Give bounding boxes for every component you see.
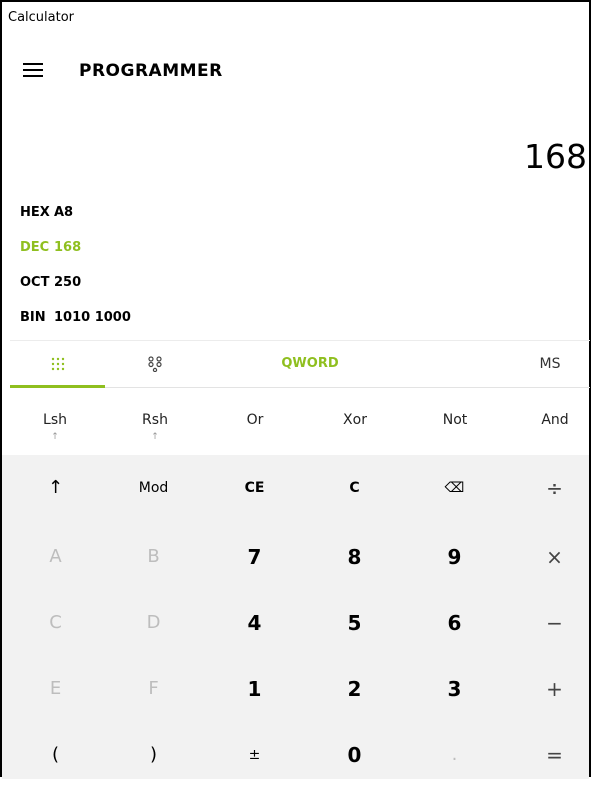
digit-5-button[interactable]: 5 [306,590,403,656]
xor-label: Xor [343,412,367,428]
lsh-sub: ↑ [51,432,59,442]
radix-bin[interactable]: BIN 1010 1000 [20,307,131,329]
negate-button[interactable]: ± [206,722,303,788]
radix-oct[interactable]: OCT 250 [20,272,81,294]
clear-button[interactable]: C [306,455,403,521]
active-tab-underline [10,385,105,388]
xor-button[interactable]: Xor [305,389,405,455]
window-title: Calculator [8,10,75,25]
hex-a-button[interactable]: A [7,524,104,590]
mode-title: PROGRAMMER [79,61,223,81]
keypad-icon [51,357,64,371]
bit-toggle-icon [148,356,162,373]
radix-label: OCT [20,275,50,290]
hex-e-button[interactable]: E [7,656,104,722]
word-size-button[interactable]: QWORD [210,341,410,387]
rsh-sub: ↑ [151,432,159,442]
digit-0-button[interactable]: 0 [306,722,403,788]
radix-label: HEX [20,205,50,220]
mod-button[interactable]: Mod [105,455,202,521]
minus-button[interactable]: − [506,590,595,656]
and-label: And [541,412,569,428]
and-button[interactable]: And [505,389,595,455]
lsh-button[interactable]: Lsh ↑ [5,389,105,455]
hex-c-button[interactable]: C [7,590,104,656]
radix-value: 1010 1000 [54,310,131,325]
hamburger-menu-icon[interactable] [23,63,43,77]
rsh-label: Rsh [142,412,168,428]
decimal-button[interactable]: . [406,722,503,788]
radix-value: 250 [54,275,82,290]
digit-3-button[interactable]: 3 [406,656,503,722]
digit-9-button[interactable]: 9 [406,524,503,590]
full-keypad-tab[interactable] [10,341,105,388]
keypad-tabs: QWORD MS [10,340,590,388]
radix-label: DEC [20,240,50,255]
radix-label: BIN [20,310,46,325]
hex-b-button[interactable]: B [105,524,202,590]
backspace-icon[interactable]: ⌫ [406,455,503,521]
bit-toggling-tab[interactable] [105,341,205,387]
shift-button[interactable]: ↑ [7,455,104,521]
digit-8-button[interactable]: 8 [306,524,403,590]
hex-d-button[interactable]: D [105,590,202,656]
left-paren-button[interactable]: ( [7,722,104,788]
radix-value: 168 [54,240,82,255]
digit-6-button[interactable]: 6 [406,590,503,656]
plus-button[interactable]: + [506,656,595,722]
divide-button[interactable]: ÷ [506,455,595,521]
equals-button[interactable]: = [506,722,595,788]
memory-store-button[interactable]: MS [510,341,590,387]
not-label: Not [442,412,468,428]
keypad: ↑ Mod CE C ⌫ ÷ A B 7 8 9 × C D 4 5 6 − E… [2,455,589,779]
hex-f-button[interactable]: F [105,656,202,722]
radix-dec[interactable]: DEC 168 [20,237,81,259]
clear-entry-button[interactable]: CE [206,455,303,521]
not-button[interactable]: Not [405,389,505,455]
lsh-label: Lsh [43,412,67,428]
or-button[interactable]: Or [205,389,305,455]
right-paren-button[interactable]: ) [105,722,202,788]
digit-4-button[interactable]: 4 [206,590,303,656]
or-label: Or [246,412,264,428]
digit-7-button[interactable]: 7 [206,524,303,590]
digit-2-button[interactable]: 2 [306,656,403,722]
bitwise-operations-row: Lsh ↑ Rsh ↑ Or Xor Not And [0,389,591,455]
rsh-button[interactable]: Rsh ↑ [105,389,205,455]
radix-value: A8 [54,205,74,220]
result-display: 168 [524,137,587,176]
digit-1-button[interactable]: 1 [206,656,303,722]
radix-hex[interactable]: HEX A8 [20,202,73,224]
multiply-button[interactable]: × [506,524,595,590]
